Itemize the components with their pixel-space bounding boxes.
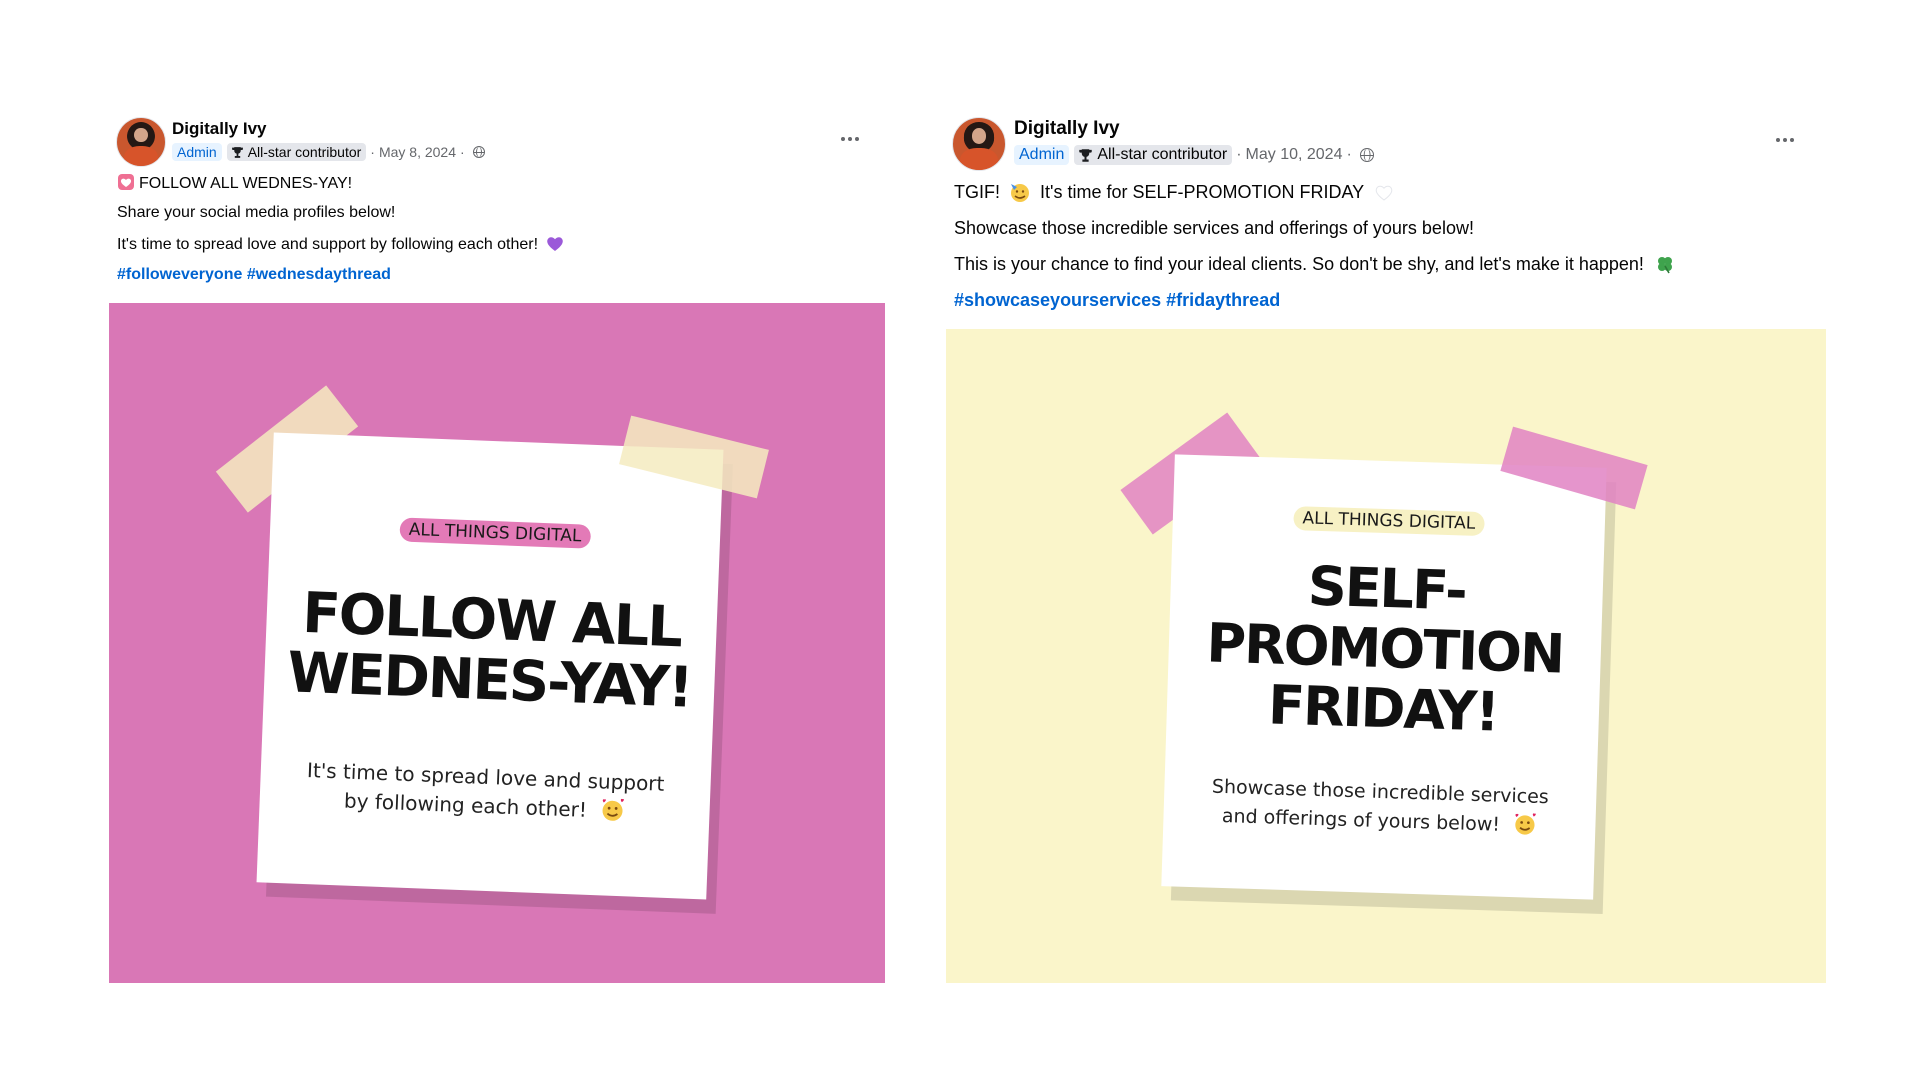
post-meta: Admin All-star contributor · May 8, 2024…	[172, 142, 485, 162]
white-heart-icon	[1375, 185, 1393, 201]
trophy-icon	[231, 146, 243, 158]
four-leaf-clover-icon	[1657, 257, 1672, 274]
smiling-face-with-hearts-emoji	[1514, 812, 1536, 835]
hashtag-wednesdaythread[interactable]: #wednesdaythread	[247, 266, 391, 283]
post-line-2: Showcase those incredible services and o…	[954, 218, 1474, 238]
sticky-note: ALL THINGS DIGITAL FOLLOW ALL WEDNES-YAY…	[256, 432, 724, 900]
trophy-icon	[1079, 148, 1093, 162]
heart-icon	[118, 174, 134, 190]
all-star-badge[interactable]: All-star contributor	[226, 143, 367, 161]
admin-badge[interactable]: Admin	[1014, 145, 1070, 165]
author-name[interactable]: Digitally Ivy	[1014, 118, 1120, 140]
post-line-1: TGIF! It's time for SELF-PROMOTION FRIDA…	[954, 181, 1393, 203]
smiling-face-with-hearts-emoji	[602, 798, 624, 821]
note-body: Showcase those incredible services and o…	[1211, 775, 1550, 836]
globe-icon	[472, 146, 485, 158]
party-face-emoji	[1011, 184, 1030, 202]
post-image[interactable]: ALL THINGS DIGITAL FOLLOW ALL WEDNES-YAY…	[109, 303, 885, 983]
note-tag: ALL THINGS DIGITAL	[399, 517, 591, 549]
note-title: FOLLOW ALL WEDNES-YAY!	[286, 580, 693, 721]
author-avatar[interactable]	[116, 117, 166, 167]
post-meta: Admin All-star contributor · May 10, 202…	[1014, 143, 1374, 167]
post-image[interactable]: ALL THINGS DIGITAL SELF- PROMOTION FRIDA…	[946, 329, 1826, 983]
post-line-1: FOLLOW ALL WEDNES-YAY!	[117, 173, 352, 193]
all-star-label: All-star contributor	[1097, 146, 1228, 163]
note-body: It's time to spread love and support by …	[306, 758, 665, 822]
more-options-icon	[1776, 138, 1780, 142]
hashtag-followeveryone[interactable]: #followeveryone	[117, 266, 242, 283]
author-avatar[interactable]	[952, 117, 1006, 171]
hashtag-row: #showcaseyourservices #fridaythread	[954, 290, 1280, 311]
hashtag-fridaythread[interactable]: #fridaythread	[1166, 290, 1280, 310]
all-star-label: All-star contributor	[247, 144, 362, 160]
hashtag-row: #followeveryone #wednesdaythread	[117, 266, 391, 284]
post-date[interactable]: May 8, 2024	[379, 144, 456, 160]
hashtag-showcaseyourservices[interactable]: #showcaseyourservices	[954, 290, 1161, 310]
more-options-icon	[841, 137, 845, 141]
post-line-2: Share your social media profiles below!	[117, 204, 396, 221]
admin-badge[interactable]: Admin	[172, 143, 222, 161]
more-options-button[interactable]	[841, 137, 859, 141]
globe-icon	[1359, 148, 1374, 162]
sticky-note: ALL THINGS DIGITAL SELF- PROMOTION FRIDA…	[1161, 454, 1607, 900]
post-line-3: This is your chance to find your ideal c…	[954, 254, 1675, 275]
author-name[interactable]: Digitally Ivy	[172, 119, 266, 139]
purple-heart-icon	[546, 237, 563, 251]
all-star-badge[interactable]: All-star contributor	[1074, 145, 1233, 165]
post-line-3: It's time to spread love and support by …	[117, 235, 564, 254]
note-title: SELF- PROMOTION FRIDAY!	[1205, 554, 1565, 744]
post-date[interactable]: May 10, 2024	[1246, 146, 1343, 164]
more-options-button[interactable]	[1776, 138, 1794, 142]
note-tag: ALL THINGS DIGITAL	[1293, 506, 1485, 537]
